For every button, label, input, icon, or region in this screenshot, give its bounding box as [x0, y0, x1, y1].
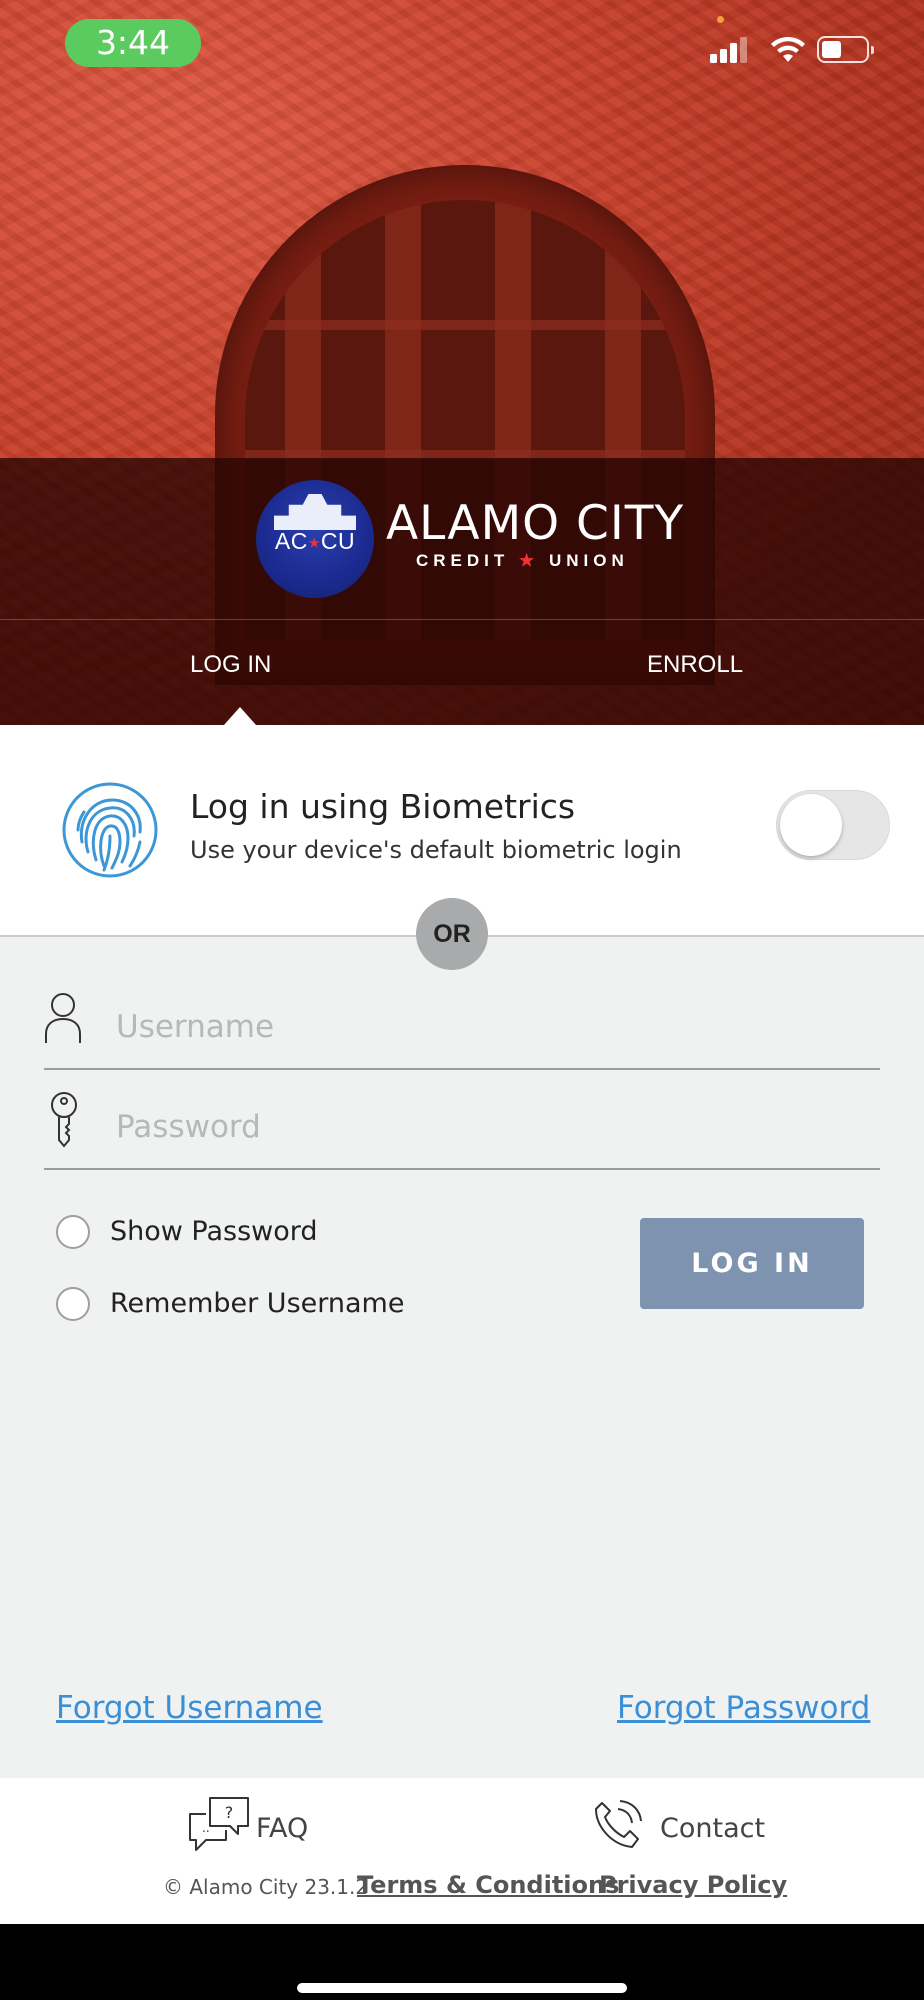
privacy-indicator-dot	[717, 16, 724, 23]
key-icon	[51, 1092, 77, 1148]
active-tab-indicator	[224, 707, 256, 725]
brand-name: ALAMO CITY	[386, 496, 685, 551]
show-password-label[interactable]: Show Password	[110, 1216, 318, 1247]
wifi-icon	[771, 36, 805, 62]
username-input[interactable]	[116, 997, 876, 1057]
faq-label[interactable]: FAQ	[256, 1813, 308, 1844]
remember-username-label[interactable]: Remember Username	[110, 1288, 404, 1319]
login-screen: 3:44 AC★CU ALAMO CITY CREDIT ★ UNION LOG…	[0, 0, 924, 2000]
or-divider-label: OR	[416, 898, 488, 970]
show-password-radio[interactable]	[56, 1215, 90, 1249]
brand-band: AC★CU ALAMO CITY CREDIT ★ UNION LOG IN E…	[0, 458, 924, 725]
brand-subtitle: CREDIT ★ UNION	[416, 551, 629, 570]
status-bar: 3:44	[0, 0, 924, 84]
forgot-password-link[interactable]: Forgot Password	[617, 1690, 870, 1726]
biometric-toggle[interactable]	[776, 790, 890, 860]
login-button[interactable]: LOG IN	[640, 1218, 864, 1309]
band-divider	[0, 619, 924, 620]
biometric-title: Log in using Biometrics	[190, 787, 576, 826]
remember-username-radio[interactable]	[56, 1287, 90, 1321]
biometric-subtitle: Use your device's default biometric logi…	[190, 836, 682, 864]
faq-icon[interactable]: ? ..	[188, 1796, 250, 1852]
hero-image: 3:44 AC★CU ALAMO CITY CREDIT ★ UNION LOG…	[0, 0, 924, 725]
password-input[interactable]	[116, 1097, 876, 1157]
contact-label[interactable]: Contact	[660, 1813, 765, 1844]
forgot-username-link[interactable]: Forgot Username	[56, 1690, 323, 1726]
privacy-link[interactable]: Privacy Policy	[599, 1871, 787, 1899]
svg-text:..: ..	[202, 1821, 210, 1835]
svg-text:?: ?	[225, 1803, 234, 1822]
user-icon	[45, 993, 81, 1043]
toggle-knob	[780, 794, 842, 856]
tab-login[interactable]: LOG IN	[190, 653, 271, 677]
username-underline	[44, 1068, 880, 1070]
fingerprint-icon	[62, 782, 158, 878]
password-underline	[44, 1168, 880, 1170]
home-indicator[interactable]	[297, 1983, 627, 1993]
acu-logo: AC★CU	[256, 480, 374, 598]
battery-icon	[817, 36, 874, 63]
copyright-text: © Alamo City 23.1.2	[163, 1875, 369, 1899]
tab-enroll[interactable]: ENROLL	[647, 653, 743, 677]
terms-link[interactable]: Terms & Conditions	[357, 1871, 619, 1899]
footer	[0, 1778, 924, 1924]
status-time: 3:44	[65, 19, 201, 67]
phone-icon[interactable]	[594, 1796, 642, 1852]
cellular-signal-icon	[710, 37, 747, 63]
